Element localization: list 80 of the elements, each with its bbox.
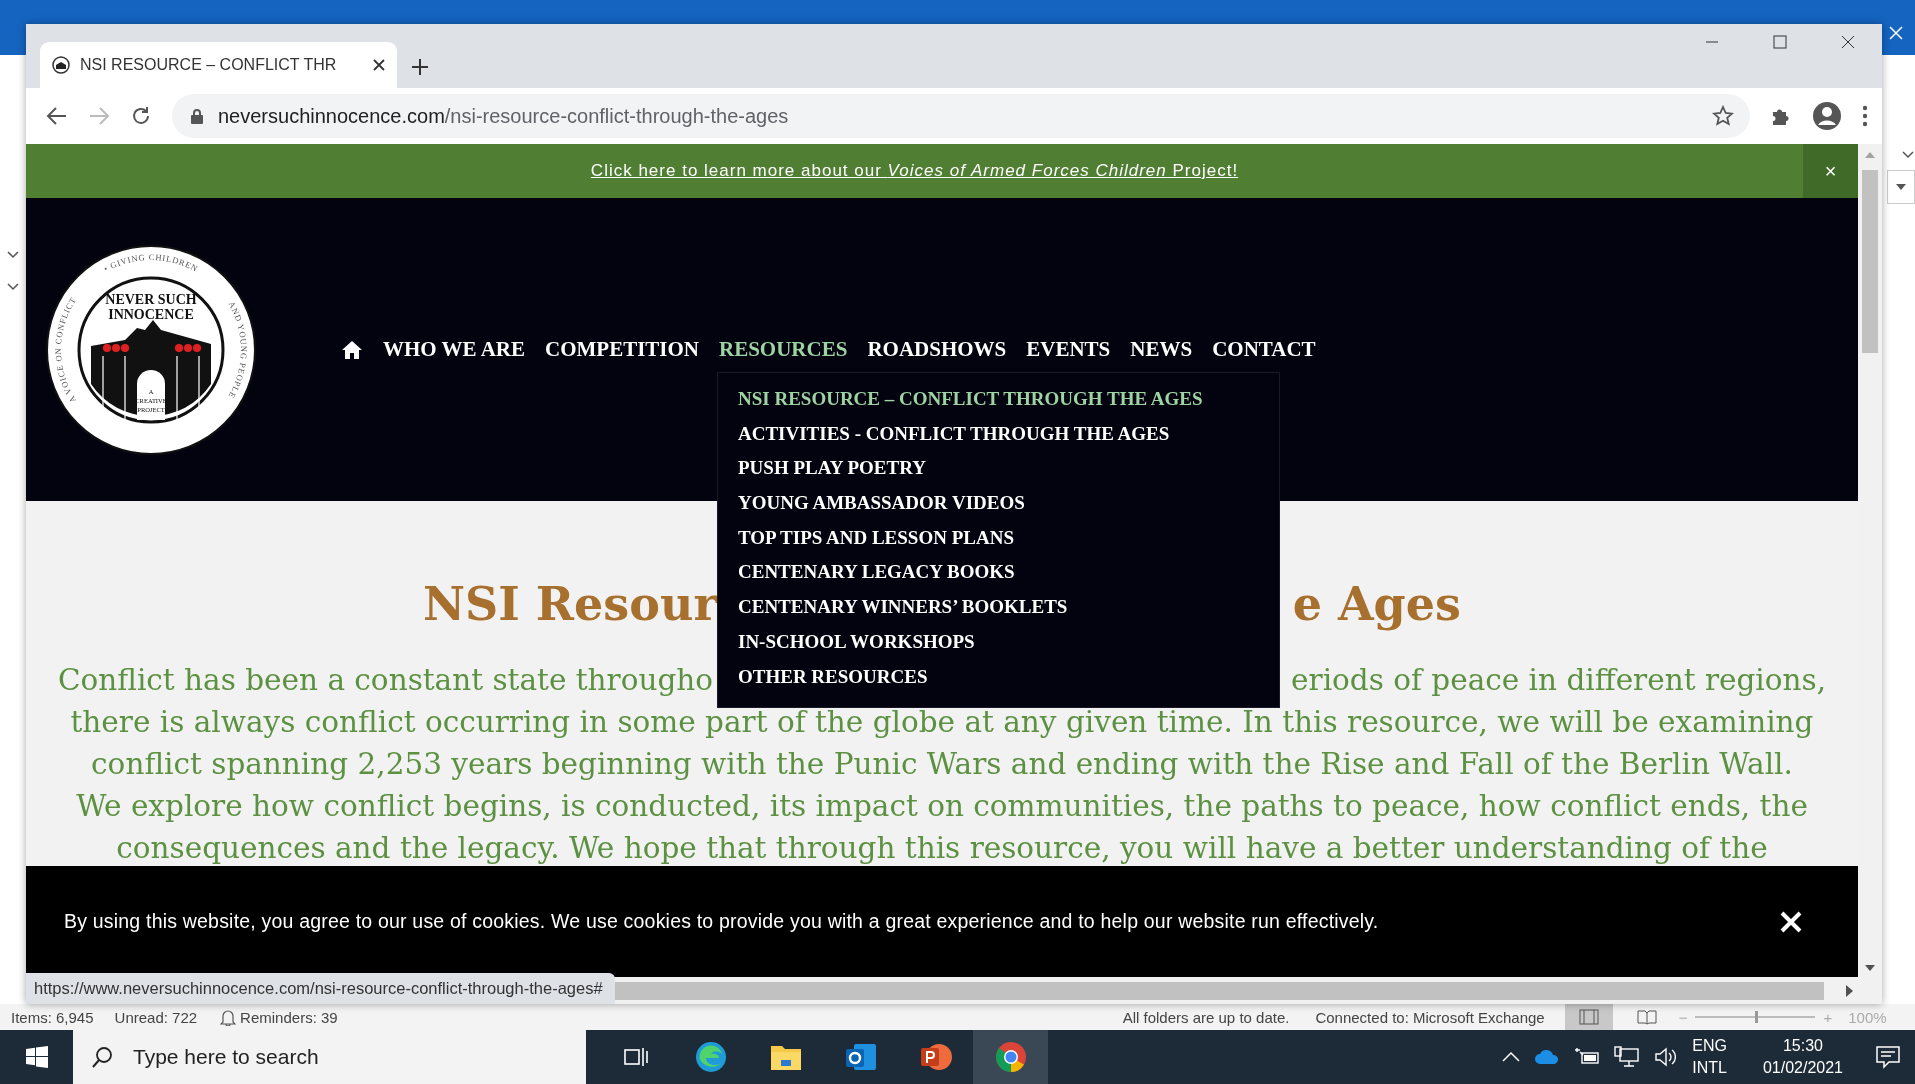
intro-text: consequences and the legacy. We hope that through this resource, you will have a better understanding of the [116,830,1768,867]
close-icon[interactable] [1840,34,1856,50]
browser-tab[interactable]: NSI RESOURCE – CONFLICT THR [40,42,397,88]
dropdown-item[interactable]: CENTENARY LEGACY BOOKS [718,555,1279,591]
clock-date[interactable]: 01/02/2021 [1762,1057,1843,1079]
dropdown-item[interactable]: TOP TIPS AND LESSON PLANS [718,520,1279,556]
collapse-chevron-icon[interactable] [6,250,20,260]
nav-link[interactable]: RESOURCES [719,337,848,361]
taskbar-app-button[interactable] [973,1030,1048,1084]
sync-status: All folders are up to date. [1122,1008,1290,1026]
dropdown-item[interactable]: PUSH PLAY POETRY [718,451,1279,487]
nav-link[interactable]: EVENTS [1026,337,1111,361]
dropdown-item[interactable]: OTHER RESOURCES [718,659,1279,695]
language-code: ENG [1692,1036,1727,1056]
dropdown-item[interactable]: ACTIVITIES - CONFLICT THROUGH THE AGES [718,416,1279,452]
task-view-icon [622,1045,649,1069]
notification-icon[interactable] [1875,1045,1901,1069]
logo-title: NEVER SUCH [105,291,197,307]
nav-link[interactable]: COMPETITION [545,337,699,361]
connection-status: Connected to: Microsoft Exchange [1315,1008,1545,1026]
page-heading: e Ages [1292,576,1461,633]
intro-text: there is always conflict occurring in some part of the globe at any given time. In this resource, we will be examining [70,704,1814,741]
bell-icon [220,1008,237,1026]
dropdown-item[interactable]: NSI RESOURCE – CONFLICT THROUGH THE AGES [718,382,1279,417]
address-bar[interactable]: neversuchinnocence.com/nsi-resource-conflict-through-the-ages [172,94,1750,138]
back-arrow-icon[interactable] [46,106,68,126]
chevron-up-icon[interactable] [1502,1051,1521,1063]
site-favicon [52,56,70,74]
input-language[interactable]: ENG INTL [1692,1035,1727,1079]
search-bar[interactable]: Type here to search [73,1030,586,1084]
items-count: Items: 6,945 [11,1008,94,1026]
announcement-link[interactable]: Click here to learn more about our Voices of Armed Forces Children Project! [26,144,1803,198]
home-icon[interactable] [341,339,363,360]
reminders-count: Reminders: 39 [240,1008,338,1026]
lock-icon [190,107,204,125]
close-tab-icon[interactable] [373,59,385,71]
cookie-text: By using this website, you agree to our use of cookies. We use cookies to provide you with a great experience and to help our website run effectively. [64,910,1380,933]
intro-text: Conflict has been a constant state througho [57,662,714,699]
star-icon[interactable] [1712,105,1734,127]
dropdown-box[interactable] [1887,170,1915,204]
book-icon [1636,1009,1657,1025]
edge-browser-icon [693,1040,728,1074]
windows-logo-icon [25,1046,48,1068]
intro-text: eriods of peace in different regions, [1291,662,1827,699]
new-tab-icon[interactable] [411,58,429,76]
reload-icon[interactable] [130,105,152,127]
maximize-icon[interactable] [1772,34,1788,50]
close-banner-button[interactable]: × [1803,144,1858,198]
speaker-icon[interactable] [1654,1046,1679,1068]
scroll-right-icon[interactable] [1844,984,1854,997]
normal-view-icon [1578,1009,1599,1025]
dropdown-item[interactable]: IN-SCHOOL WORKSHOPS [718,624,1279,660]
network-icon[interactable] [1614,1046,1641,1068]
link-url-tooltip: https://www.neversuchinnocence.com/nsi-resource-conflict-through-the-ages# [26,973,615,1004]
collapse-chevron-icon[interactable] [6,282,20,292]
search-input[interactable]: Type here to search [131,1044,586,1070]
intro-text: conflict spanning 2,253 years beginning with the Punic Wars and ending with the Rise and Fall of the Berlin Wall. [91,746,1793,783]
page-heading: NSI Resour [423,576,718,633]
battery-plug-icon[interactable] [1574,1047,1601,1067]
unread-count: Unread: 722 [114,1008,198,1026]
dropdown-item[interactable]: CENTENARY WINNERS’ BOOKLETS [718,590,1279,625]
profile-avatar-icon[interactable] [1812,101,1842,131]
expand-chevron-icon[interactable] [1901,150,1915,160]
clock-time[interactable]: 15:30 [1782,1035,1823,1057]
nav-link[interactable]: CONTACT [1212,337,1316,361]
language-code: INTL [1692,1058,1727,1078]
dropdown-item[interactable]: YOUNG AMBASSADOR VIDEOS [718,486,1279,521]
intro-text: We explore how conflict begins, is conducted, its impact on communities, the paths to peace, how conflict ends, the [76,788,1808,825]
cloud-icon[interactable] [1534,1049,1561,1065]
search-icon [91,1046,113,1068]
zoom-reading: 100% [1848,1008,1887,1026]
nav-link[interactable]: WHO WE ARE [383,337,525,361]
nav-link[interactable]: NEWS [1130,337,1193,361]
outlook-icon [843,1041,878,1073]
logo-title: INNOCENCE [108,306,194,322]
menu-icon[interactable] [1862,105,1868,127]
chrome-icon [993,1040,1028,1074]
nav-link[interactable]: ROADSHOWS [867,337,1007,361]
scrollbar-thumb[interactable] [1862,170,1878,353]
caret-icon [1896,184,1906,190]
